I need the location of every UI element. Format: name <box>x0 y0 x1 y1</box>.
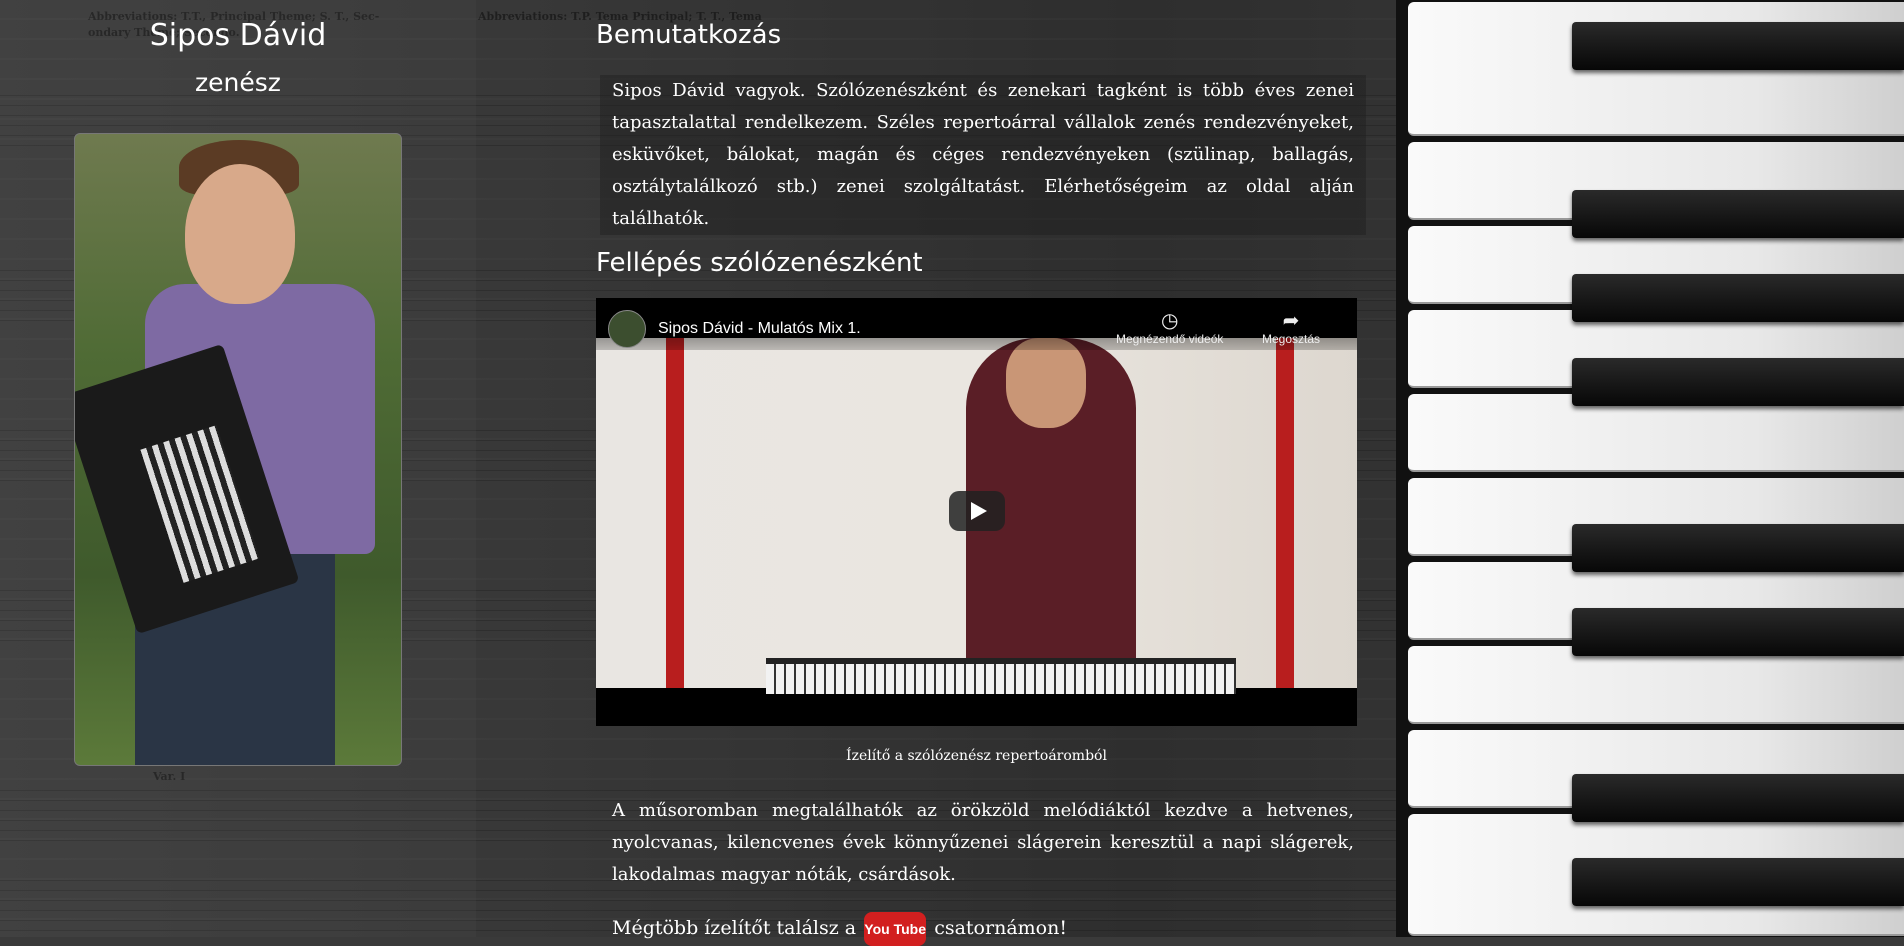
more-samples-line: Mégtöbb ízelítőt találsz a You Tube csat… <box>612 912 1067 946</box>
portrait-face <box>185 164 295 304</box>
piano-black-key <box>1572 608 1904 656</box>
more-prefix: Mégtöbb ízelítőt találsz a <box>612 917 857 939</box>
video-red-post <box>666 338 684 688</box>
youtube-video-embed[interactable]: Sipos Dávid - Mulatós Mix 1. ◷ Megnézend… <box>596 298 1357 726</box>
artist-role: zenész <box>195 68 281 97</box>
youtube-logo-link[interactable]: You Tube <box>864 912 927 946</box>
piano-keys-decoration <box>1396 0 1904 937</box>
channel-avatar[interactable] <box>608 310 646 348</box>
watch-later-label: Megnézendő videók <box>1116 332 1224 346</box>
repertoire-text: A műsoromban megtalálhatók az örökzöld m… <box>612 800 1354 885</box>
watch-later-button[interactable]: ◷ Megnézendő videók <box>1116 310 1223 346</box>
solo-heading: Fellépés szólózenészként <box>596 248 923 278</box>
video-red-post <box>1276 338 1294 688</box>
piano-black-key <box>1572 524 1904 572</box>
play-button[interactable] <box>949 491 1005 531</box>
more-suffix: csatornámon! <box>934 917 1067 939</box>
video-keyboard <box>766 658 1236 694</box>
piano-black-key <box>1572 774 1904 822</box>
artist-name: Sipos Dávid <box>149 18 327 53</box>
intro-text: Sipos Dávid vagyok. Szólózenészként és z… <box>600 75 1366 235</box>
piano-black-key <box>1572 358 1904 406</box>
video-performer-head <box>1006 338 1086 428</box>
share-label: Megosztás <box>1262 332 1321 346</box>
piano-black-key <box>1572 274 1904 322</box>
piano-black-key <box>1572 190 1904 238</box>
piano-white-key <box>1408 646 1904 724</box>
video-title[interactable]: Sipos Dávid - Mulatós Mix 1. <box>658 320 861 338</box>
piano-black-key <box>1572 22 1904 70</box>
share-button[interactable]: ➦ Megosztás <box>1262 310 1320 346</box>
clock-icon: ◷ <box>1160 310 1179 332</box>
intro-heading: Bemutatkozás <box>596 20 782 50</box>
video-caption: Ízelítő a szólózenész repertoáromból <box>846 748 1107 764</box>
share-icon: ➦ <box>1282 310 1300 332</box>
artist-portrait <box>74 133 402 766</box>
piano-black-key <box>1572 858 1904 906</box>
